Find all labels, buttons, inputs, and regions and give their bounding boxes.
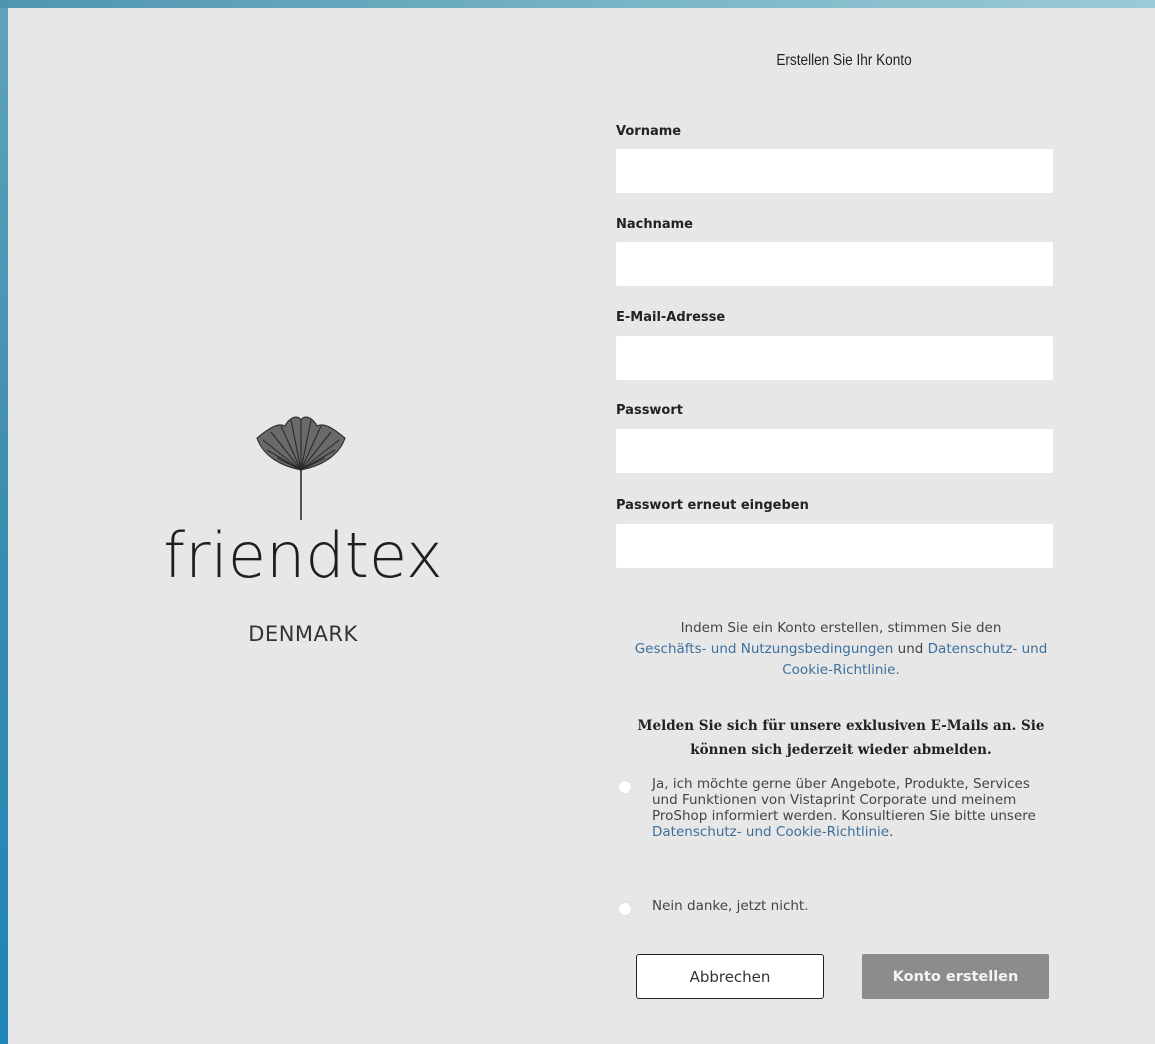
window-frame-top xyxy=(0,0,1155,8)
last-name-input[interactable] xyxy=(616,242,1053,286)
signup-form: Erstellen Sie Ihr Konto Vorname Nachname… xyxy=(616,48,1066,999)
ginkgo-leaf-icon xyxy=(256,416,346,520)
create-account-button[interactable]: Konto erstellen xyxy=(862,954,1049,999)
last-name-label: Nachname xyxy=(616,217,694,232)
terms-notice: Indem Sie ein Konto erstellen, stimmen S… xyxy=(616,618,1066,681)
password-confirm-label: Passwort erneut eingeben xyxy=(616,498,809,513)
brand-name: friendtex xyxy=(163,519,443,592)
terms-and-text: und xyxy=(897,641,924,657)
terms-text: Indem Sie ein Konto erstellen, stimmen S… xyxy=(680,620,1002,636)
newsletter-option-yes-suffix: . xyxy=(889,824,894,840)
newsletter-heading: Melden Sie sich für unsere exklusiven E-… xyxy=(637,718,1045,758)
first-name-input[interactable] xyxy=(616,149,1053,193)
password-label: Passwort xyxy=(616,403,683,418)
newsletter-privacy-link[interactable]: Datenschutz- und Cookie-Richtlinie xyxy=(652,824,889,840)
password-input[interactable] xyxy=(616,429,1053,473)
newsletter-option-yes-label: Ja, ich möchte gerne über Angebote, Prod… xyxy=(652,776,1052,840)
email-input[interactable] xyxy=(616,336,1053,380)
newsletter-option-yes-text: Ja, ich möchte gerne über Angebote, Prod… xyxy=(652,776,1036,824)
form-title: Erstellen Sie Ihr Konto xyxy=(776,52,912,69)
brand-logo: friendtex DENMARK xyxy=(133,408,473,668)
terms-link[interactable]: Geschäfts- und Nutzungsbedingungen xyxy=(635,641,894,657)
brand-subtitle: DENMARK xyxy=(248,622,358,646)
radio-no[interactable] xyxy=(618,902,632,916)
password-confirm-input[interactable] xyxy=(616,524,1053,568)
signup-panel: friendtex DENMARK Erstellen Sie Ihr Kont… xyxy=(8,8,1155,1044)
newsletter-option-no-label: Nein danke, jetzt nicht. xyxy=(652,898,809,914)
window-frame-left xyxy=(0,0,8,1044)
cancel-button[interactable]: Abbrechen xyxy=(636,954,824,999)
first-name-label: Vorname xyxy=(616,124,682,139)
email-label: E-Mail-Adresse xyxy=(616,310,726,325)
radio-yes[interactable] xyxy=(618,780,632,794)
